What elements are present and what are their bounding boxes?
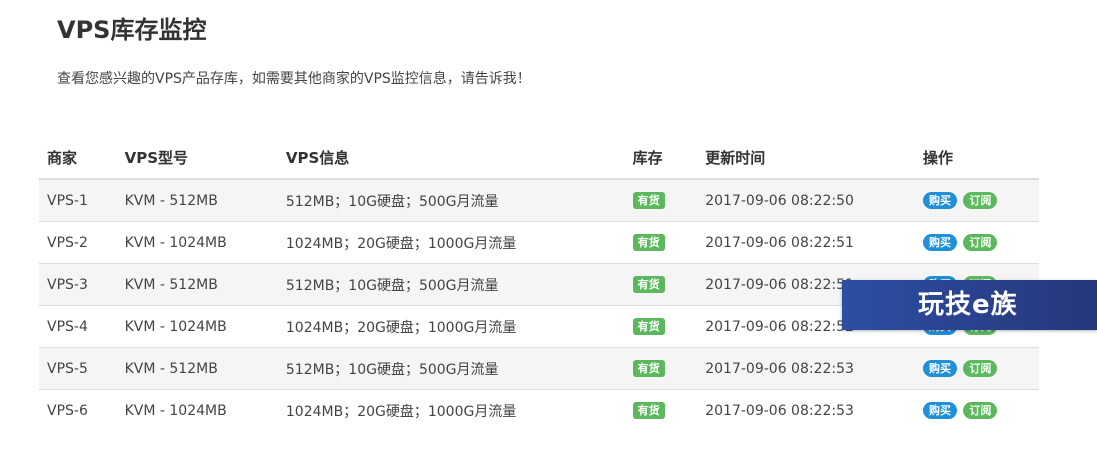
cell-vendor: VPS-4 <box>39 305 117 348</box>
cell-vendor: VPS-6 <box>39 389 117 431</box>
stock-badge: 有货 <box>632 360 665 377</box>
header-stock: 库存 <box>624 137 698 180</box>
cell-model: KVM - 1024MB <box>116 305 278 348</box>
header-model: VPS型号 <box>116 137 278 180</box>
header-actions: 操作 <box>914 137 1039 180</box>
buy-button[interactable]: 购买 <box>922 360 957 377</box>
table-row: VPS-5 KVM - 512MB 512MB；10G硬盘；500G月流量 有货… <box>39 347 1039 390</box>
page-title: VPS库存监控 <box>57 16 207 44</box>
cell-stock: 有货 <box>624 347 698 390</box>
cell-info: 512MB；10G硬盘；500G月流量 <box>277 178 625 222</box>
subscribe-button[interactable]: 订阅 <box>963 360 998 377</box>
cell-actions: 购买 订阅 <box>914 347 1039 390</box>
stock-badge: 有货 <box>632 318 665 335</box>
cell-model: KVM - 512MB <box>116 347 278 390</box>
cell-stock: 有货 <box>624 305 698 348</box>
cell-actions: 购买 订阅 <box>914 389 1039 431</box>
table-row: VPS-1 KVM - 512MB 512MB；10G硬盘；500G月流量 有货… <box>39 178 1039 222</box>
table-row: VPS-2 KVM - 1024MB 1024MB；20G硬盘；1000G月流量… <box>39 221 1039 264</box>
page-subtitle: 查看您感兴趣的VPS产品存库，如需要其他商家的VPS监控信息，请告诉我！ <box>57 71 531 87</box>
cell-time: 2017-09-06 08:22:51 <box>697 221 915 264</box>
header-update-time: 更新时间 <box>697 137 915 180</box>
cell-stock: 有货 <box>624 178 698 222</box>
cell-info: 1024MB；20G硬盘；1000G月流量 <box>277 389 625 431</box>
cell-actions: 购买 订阅 <box>914 178 1039 222</box>
cell-info: 1024MB；20G硬盘；1000G月流量 <box>277 305 625 348</box>
cell-vendor: VPS-5 <box>39 347 117 390</box>
header-vendor: 商家 <box>39 137 117 180</box>
cell-stock: 有货 <box>624 263 698 306</box>
table-row: VPS-6 KVM - 1024MB 1024MB；20G硬盘；1000G月流量… <box>39 389 1039 431</box>
cell-model: KVM - 1024MB <box>116 389 278 431</box>
buy-button[interactable]: 购买 <box>922 192 957 209</box>
cell-vendor: VPS-1 <box>39 178 117 222</box>
cell-model: KVM - 512MB <box>116 263 278 306</box>
watermark-logo: 玩技e族 <box>842 280 1097 330</box>
page: VPS库存监控 查看您感兴趣的VPS产品存库，如需要其他商家的VPS监控信息，请… <box>0 0 1097 458</box>
cell-stock: 有货 <box>624 389 698 431</box>
cell-time: 2017-09-06 08:22:53 <box>697 389 915 431</box>
cell-time: 2017-09-06 08:22:50 <box>697 178 915 222</box>
subscribe-button[interactable]: 订阅 <box>963 192 998 209</box>
header-info: VPS信息 <box>277 137 625 180</box>
cell-model: KVM - 512MB <box>116 178 278 222</box>
cell-stock: 有货 <box>624 221 698 264</box>
buy-button[interactable]: 购买 <box>922 234 957 251</box>
buy-button[interactable]: 购买 <box>922 402 957 419</box>
cell-model: KVM - 1024MB <box>116 221 278 264</box>
stock-badge: 有货 <box>632 192 665 209</box>
subscribe-button[interactable]: 订阅 <box>963 234 998 251</box>
cell-info: 512MB；10G硬盘；500G月流量 <box>277 263 625 306</box>
cell-vendor: VPS-3 <box>39 263 117 306</box>
stock-badge: 有货 <box>632 276 665 293</box>
cell-info: 1024MB；20G硬盘；1000G月流量 <box>277 221 625 264</box>
cell-info: 512MB；10G硬盘；500G月流量 <box>277 347 625 390</box>
stock-badge: 有货 <box>632 234 665 251</box>
table-header-row: 商家 VPS型号 VPS信息 库存 更新时间 操作 <box>39 137 1039 180</box>
stock-badge: 有货 <box>632 402 665 419</box>
cell-actions: 购买 订阅 <box>914 221 1039 264</box>
cell-vendor: VPS-2 <box>39 221 117 264</box>
cell-time: 2017-09-06 08:22:53 <box>697 347 915 390</box>
subscribe-button[interactable]: 订阅 <box>963 402 998 419</box>
